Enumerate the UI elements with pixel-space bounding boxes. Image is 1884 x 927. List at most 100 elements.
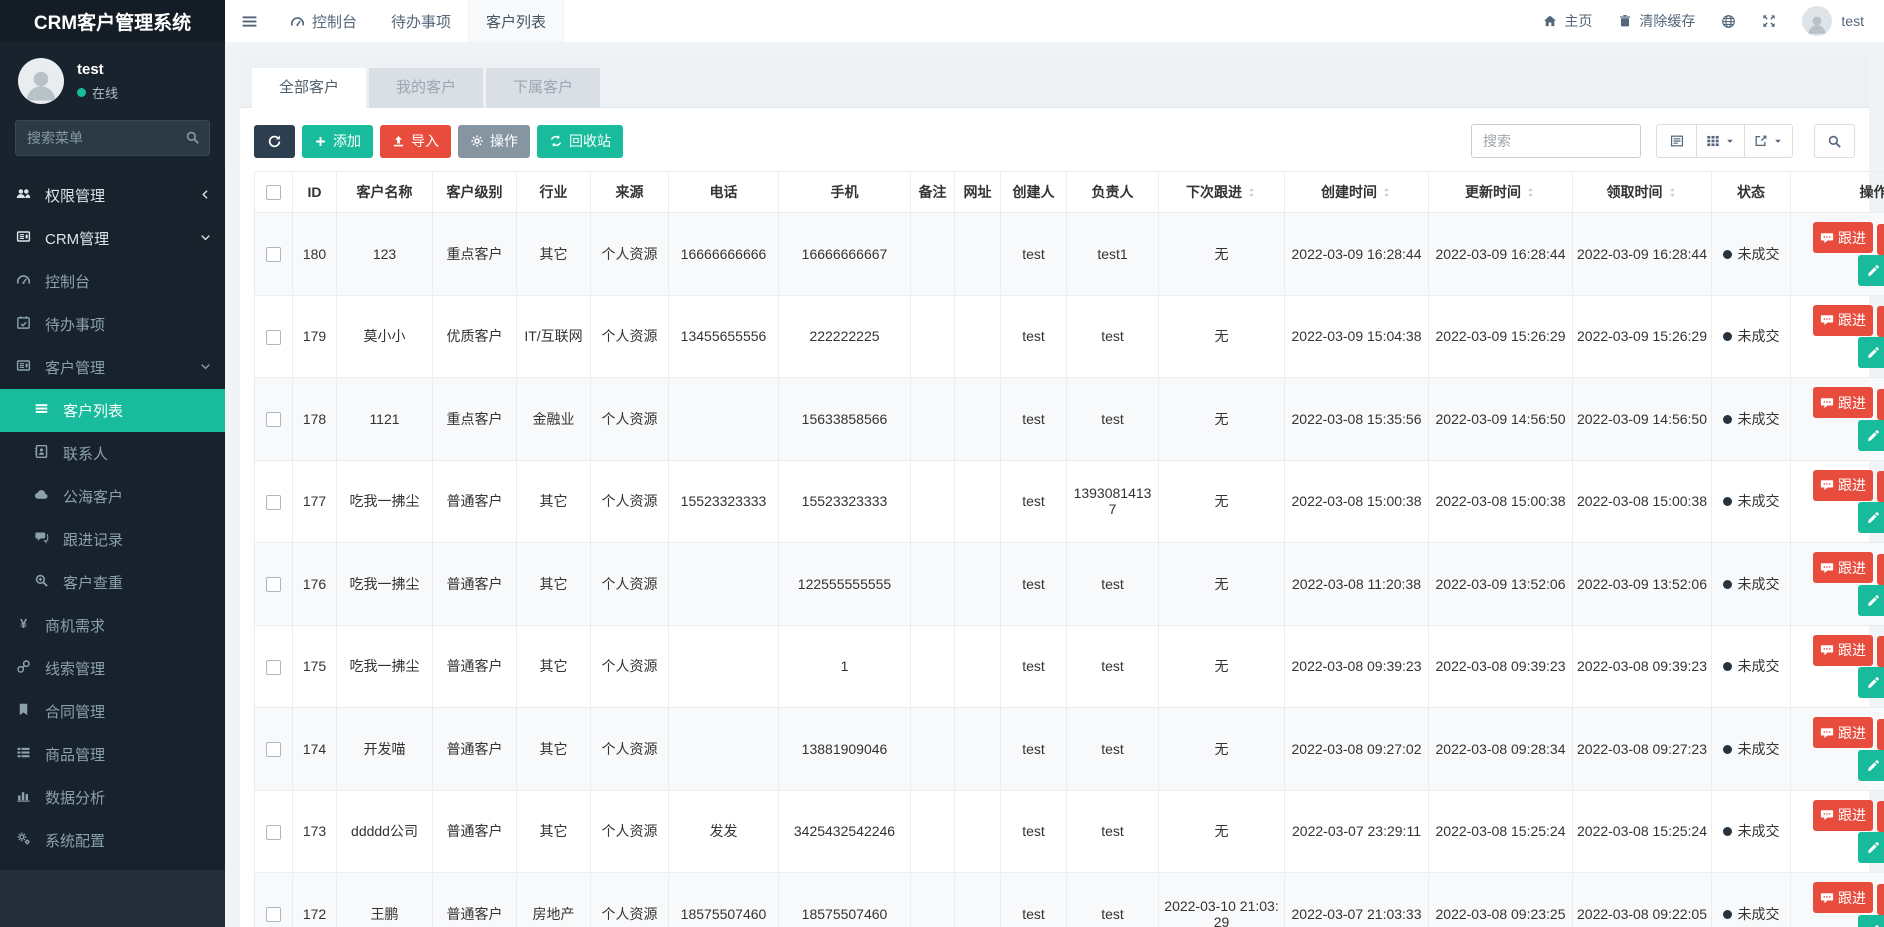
status-badge: 未成交 (1738, 576, 1780, 592)
follow-up-button[interactable]: 跟进 (1813, 470, 1873, 501)
comment-icon (1820, 478, 1834, 492)
recycle-bin-button[interactable]: 回收站 (537, 125, 623, 158)
edit-button[interactable] (1858, 420, 1884, 451)
sidebar-item[interactable]: 合同管理 (0, 690, 225, 733)
trash-icon (1618, 14, 1632, 28)
follow-up-button[interactable]: 跟进 (1813, 387, 1873, 418)
nav-tab-customer-list[interactable]: 客户列表 (468, 0, 564, 42)
customer-name: 1121 (341, 411, 428, 427)
sidebar-item[interactable]: 待办事项 (0, 303, 225, 346)
sidebar-item[interactable]: 线索管理 (0, 647, 225, 690)
follow-up-button[interactable]: 跟进 (1813, 222, 1873, 253)
cell-check (255, 543, 293, 626)
follow-up-button[interactable]: 跟进 (1813, 717, 1873, 748)
to-public-sea-button[interactable]: 公海 (1877, 306, 1884, 337)
column-header-creator: 创建人 (1001, 172, 1067, 213)
columns-button[interactable] (1697, 124, 1745, 158)
column-header-next_follow[interactable]: 下次跟进 (1159, 172, 1285, 213)
user-menu[interactable]: test (1802, 6, 1864, 36)
tab-subordinate-customers[interactable]: 下属客户 (486, 68, 600, 108)
edit-button[interactable] (1858, 337, 1884, 368)
to-public-sea-button[interactable]: 公海 (1877, 636, 1884, 667)
clear-cache-link[interactable]: 清除缓存 (1618, 11, 1695, 31)
add-button[interactable]: 添加 (302, 125, 373, 158)
sidebar-item-label: 公海客户 (63, 486, 123, 507)
row-checkbox[interactable] (266, 660, 281, 675)
customer-name: 123 (341, 246, 428, 262)
toggle-view-icon (1670, 134, 1684, 148)
tab-all-customers[interactable]: 全部客户 (252, 68, 366, 108)
nav-tab-dashboard[interactable]: 控制台 (273, 0, 374, 42)
refresh-button[interactable] (254, 125, 295, 158)
follow-up-button[interactable]: 跟进 (1813, 800, 1873, 831)
column-header-created[interactable]: 创建时间 (1285, 172, 1429, 213)
tab-my-customers[interactable]: 我的客户 (369, 68, 483, 108)
sidebar-item[interactable]: 控制台 (0, 260, 225, 303)
edit-button[interactable] (1858, 832, 1884, 863)
row-checkbox[interactable] (266, 330, 281, 345)
edit-button[interactable] (1858, 915, 1884, 927)
sidebar-item[interactable]: 商品管理 (0, 733, 225, 776)
to-public-sea-button[interactable]: 公海 (1877, 471, 1884, 502)
toggle-view-button[interactable] (1656, 124, 1697, 158)
sidebar-item[interactable]: 系统配置 (0, 819, 225, 862)
cell-phone: 发发 (669, 790, 779, 873)
table-row: 173ddddd公司普通客户其它个人资源发发3425432542246testt… (255, 790, 1884, 873)
sidebar-item[interactable]: 公海客户 (0, 475, 225, 518)
home-link[interactable]: 主页 (1543, 11, 1592, 31)
sidebar-item[interactable]: ¥商机需求 (0, 604, 225, 647)
cell-owner: test (1067, 378, 1159, 461)
edit-button[interactable] (1858, 502, 1884, 533)
to-public-sea-button[interactable]: 公海 (1877, 884, 1884, 915)
row-checkbox[interactable] (266, 495, 281, 510)
row-checkbox[interactable] (266, 907, 281, 922)
sidebar-item[interactable]: 联系人 (0, 432, 225, 475)
search-button[interactable] (1814, 124, 1855, 158)
edit-button[interactable] (1858, 667, 1884, 698)
row-checkbox[interactable] (266, 412, 281, 427)
row-checkbox[interactable] (266, 247, 281, 262)
table-search-input[interactable] (1471, 124, 1641, 158)
cell-source: 个人资源 (591, 378, 669, 461)
follow-up-button[interactable]: 跟进 (1813, 882, 1873, 913)
sidebar-item[interactable]: 客户管理 (0, 346, 225, 389)
fullscreen-button[interactable] (1762, 14, 1776, 28)
follow-up-button[interactable]: 跟进 (1813, 305, 1873, 336)
cell-id: 176 (293, 543, 337, 626)
to-public-sea-button[interactable]: 公海 (1877, 554, 1884, 585)
edit-button[interactable] (1858, 585, 1884, 616)
export-button[interactable] (1745, 124, 1793, 158)
nav-tab-todo[interactable]: 待办事项 (374, 0, 468, 42)
sort-icon (1381, 186, 1392, 202)
sidebar-item[interactable]: 数据分析 (0, 776, 225, 819)
language-button[interactable] (1721, 14, 1736, 29)
select-all-checkbox[interactable] (266, 185, 281, 200)
menu-search-input[interactable] (15, 120, 210, 156)
sidebar-item[interactable]: 权限管理 (0, 174, 225, 217)
to-public-sea-button[interactable]: 公海 (1877, 389, 1884, 420)
column-header-check[interactable] (255, 172, 293, 213)
edit-button[interactable] (1858, 255, 1884, 286)
sidebar-item[interactable]: 客户查重 (0, 561, 225, 604)
follow-up-button[interactable]: 跟进 (1813, 552, 1873, 583)
to-public-sea-button[interactable]: 公海 (1877, 801, 1884, 832)
row-checkbox[interactable] (266, 825, 281, 840)
sidebar-toggle-button[interactable] (225, 0, 273, 42)
follow-up-button[interactable]: 跟进 (1813, 635, 1873, 666)
row-checkbox[interactable] (266, 577, 281, 592)
cell-status: 未成交 (1712, 378, 1791, 461)
cell-updated: 2022-03-09 14:56:50 (1429, 378, 1573, 461)
sidebar-item[interactable]: 跟进记录 (0, 518, 225, 561)
gears-icon (16, 831, 31, 846)
column-header-received[interactable]: 领取时间 (1573, 172, 1712, 213)
row-checkbox[interactable] (266, 742, 281, 757)
online-dot-icon (77, 88, 86, 97)
sidebar-item[interactable]: CRM管理 (0, 217, 225, 260)
operate-button[interactable]: 操作 (458, 125, 530, 158)
sidebar-item[interactable]: 客户列表 (0, 389, 225, 432)
import-button[interactable]: 导入 (380, 125, 451, 158)
column-header-updated[interactable]: 更新时间 (1429, 172, 1573, 213)
to-public-sea-button[interactable]: 公海 (1877, 719, 1884, 750)
edit-button[interactable] (1858, 750, 1884, 781)
to-public-sea-button[interactable]: 公海 (1877, 224, 1884, 255)
